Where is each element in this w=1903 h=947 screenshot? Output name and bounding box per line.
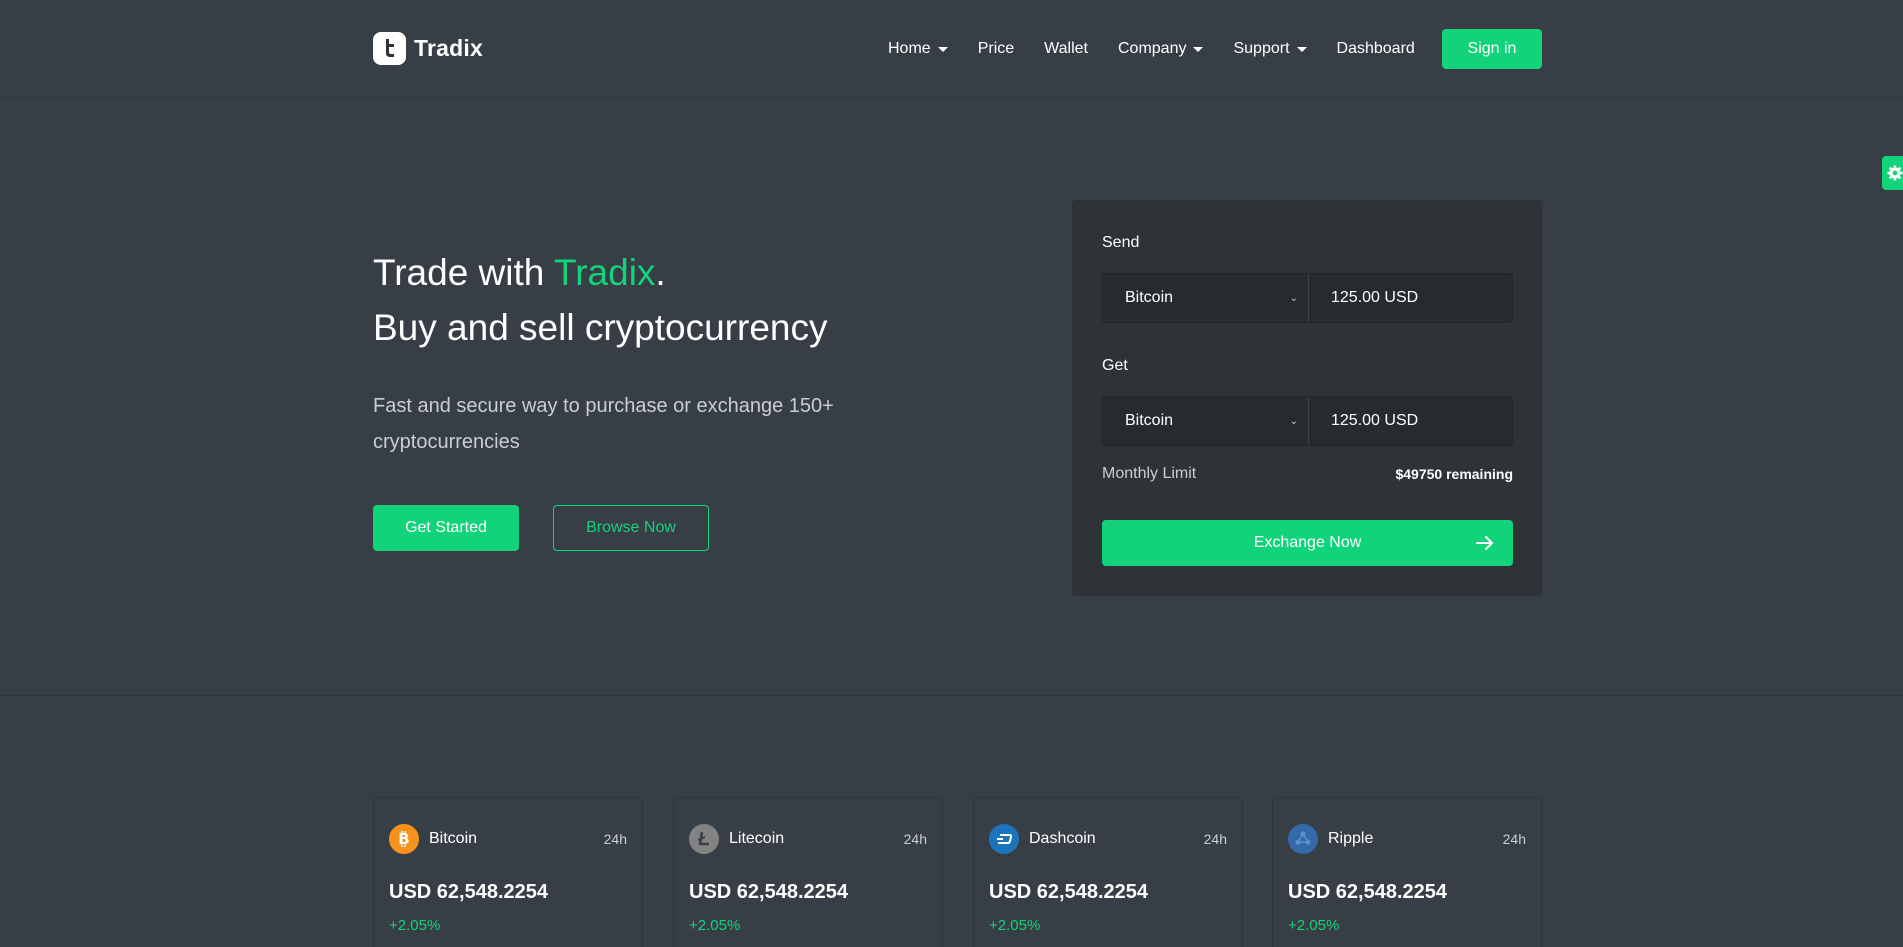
coin-name: Bitcoin: [429, 830, 478, 847]
coin-name-group: Dashcoin: [989, 824, 1096, 854]
main-nav: Home Price Wallet Company Support Dashbo…: [888, 29, 1445, 69]
coin-card-header: B Bitcoin 24h: [389, 824, 627, 854]
site-header: Tradix Home Price Wallet Company Support…: [0, 0, 1903, 98]
coin-name: Dashcoin: [1029, 830, 1096, 847]
coin-period: 24h: [603, 831, 627, 847]
coin-card-header: Litecoin 24h: [689, 824, 927, 854]
settings-tab[interactable]: [1882, 156, 1903, 190]
coin-name-group: Litecoin: [689, 824, 784, 854]
hero-title-line1: Trade with Tradix.: [373, 245, 827, 300]
dashcoin-icon: [989, 824, 1019, 854]
nav-item-wallet[interactable]: Wallet: [1044, 40, 1088, 58]
coin-name: Ripple: [1328, 830, 1374, 847]
bitcoin-icon: B: [389, 824, 419, 854]
nav-item-dashboard[interactable]: Dashboard: [1337, 40, 1415, 58]
hero-title-suffix: .: [655, 252, 666, 293]
hero-title-accent: Tradix: [553, 252, 656, 293]
get-row: Bitcoin ⌄ 125.00 USD: [1102, 396, 1513, 446]
send-currency-select[interactable]: Bitcoin ⌄: [1103, 274, 1309, 322]
coin-card-ripple[interactable]: Ripple 24h USD 62,548.2254 +2.05%: [1272, 797, 1542, 947]
exchange-now-button[interactable]: Exchange Now: [1102, 520, 1513, 566]
hero-title-prefix: Trade with: [373, 252, 554, 293]
nav-item-price[interactable]: Price: [978, 40, 1014, 58]
coin-period: 24h: [1203, 831, 1227, 847]
coin-period: 24h: [1502, 831, 1526, 847]
gear-icon: [1887, 165, 1903, 181]
coin-change: +2.05%: [989, 917, 1041, 934]
nav-item-company[interactable]: Company: [1118, 40, 1204, 58]
monthly-limit-value: $49750 remaining: [1395, 466, 1513, 482]
chevron-down-icon: ⌄: [1289, 415, 1298, 427]
caret-down-icon: [1193, 46, 1204, 52]
brand-logo[interactable]: Tradix: [373, 31, 483, 65]
nav-item-label: Support: [1233, 40, 1290, 57]
nav-item-label: Dashboard: [1336, 40, 1415, 57]
send-amount-input[interactable]: 125.00 USD: [1309, 274, 1512, 322]
caret-down-icon: [937, 46, 948, 52]
get-currency-value: Bitcoin: [1125, 412, 1174, 429]
exchange-now-label: Exchange Now: [1253, 534, 1362, 551]
logo-icon: [373, 31, 406, 65]
get-currency-select[interactable]: Bitcoin ⌄: [1103, 397, 1309, 445]
coin-name-group: Ripple: [1288, 824, 1373, 854]
coin-card-header: Ripple 24h: [1288, 824, 1526, 854]
coin-price: USD 62,548.2254: [689, 881, 849, 903]
ripple-icon: [1288, 824, 1318, 854]
coin-price: USD 62,548.2254: [1288, 881, 1448, 903]
hero-title-line2: Buy and sell cryptocurrency: [373, 307, 828, 348]
hero-title: Trade with Tradix. Buy and sell cryptocu…: [373, 245, 827, 355]
nav-item-home[interactable]: Home: [888, 40, 948, 58]
arrow-right-icon: [1476, 536, 1493, 550]
svg-text:B: B: [398, 830, 409, 848]
coin-card-litecoin[interactable]: Litecoin 24h USD 62,548.2254 +2.05%: [673, 797, 943, 947]
get-label: Get: [1102, 357, 1128, 374]
coin-change: +2.05%: [689, 917, 741, 934]
coin-change: +2.05%: [1288, 917, 1340, 934]
nav-item-label: Company: [1118, 40, 1187, 57]
coin-price: USD 62,548.2254: [989, 881, 1149, 903]
coin-change: +2.05%: [389, 917, 441, 934]
chevron-down-icon: ⌄: [1289, 292, 1298, 304]
nav-item-label: Price: [977, 40, 1015, 57]
send-currency-value: Bitcoin: [1125, 289, 1174, 306]
get-amount-input[interactable]: 125.00 USD: [1309, 397, 1512, 445]
exchange-card: Send Bitcoin ⌄ 125.00 USD Get Bitcoin ⌄ …: [1072, 200, 1542, 596]
coin-name-group: B Bitcoin: [389, 824, 477, 854]
nav-item-label: Home: [888, 40, 931, 57]
send-row: Bitcoin ⌄ 125.00 USD: [1102, 273, 1513, 323]
monthly-limit-label: Monthly Limit: [1102, 465, 1197, 482]
monthly-limit-row: Monthly Limit $49750 remaining: [1102, 465, 1513, 483]
nav-item-support[interactable]: Support: [1233, 40, 1307, 58]
hero-subtitle: Fast and secure way to purchase or excha…: [373, 395, 834, 453]
coin-card-bitcoin[interactable]: B Bitcoin 24h USD 62,548.2254 +2.05%: [373, 797, 643, 947]
nav-item-label: Wallet: [1044, 40, 1088, 57]
coin-price: USD 62,548.2254: [389, 881, 549, 903]
caret-down-icon: [1296, 46, 1307, 52]
brand-name: Tradix: [414, 34, 483, 61]
send-label: Send: [1102, 234, 1140, 251]
coin-period: 24h: [903, 831, 927, 847]
get-started-button[interactable]: Get Started: [373, 505, 519, 551]
signin-button[interactable]: Sign in: [1442, 29, 1542, 69]
section-divider: [0, 695, 1903, 696]
coin-name: Litecoin: [729, 830, 785, 847]
coin-card-header: Dashcoin 24h: [989, 824, 1227, 854]
coin-card-dashcoin[interactable]: Dashcoin 24h USD 62,548.2254 +2.05%: [973, 797, 1243, 947]
litecoin-icon: [689, 824, 719, 854]
browse-now-button[interactable]: Browse Now: [553, 505, 709, 551]
